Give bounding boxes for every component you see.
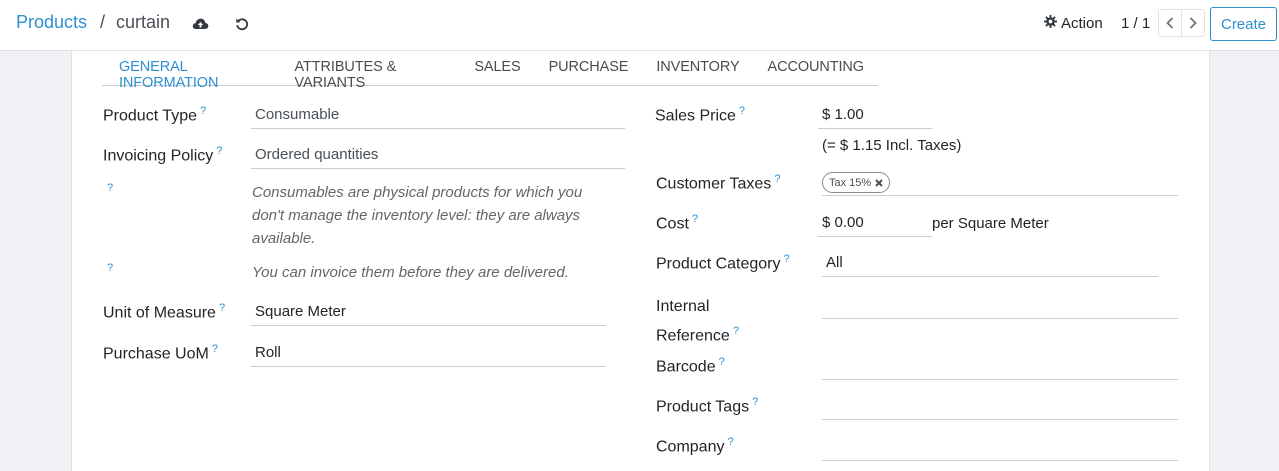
notebook-tabs: GENERAL INFORMATION ATTRIBUTES & VARIANT… bbox=[102, 51, 878, 91]
unit-of-measure-label: Unit of Measure? bbox=[103, 302, 226, 322]
help-icon[interactable]: ? bbox=[733, 325, 739, 337]
help-icon[interactable]: ? bbox=[784, 253, 790, 265]
breadcrumb-separator: / bbox=[100, 12, 106, 32]
pager-next-button[interactable] bbox=[1181, 9, 1205, 37]
company-label: Company? bbox=[656, 436, 734, 456]
cost-label: Cost? bbox=[656, 213, 699, 233]
cost-unit-label: per Square Meter bbox=[932, 215, 1049, 232]
sales-price-input[interactable]: $ 1.00 bbox=[818, 103, 932, 129]
help-icon[interactable]: ? bbox=[107, 182, 113, 194]
undo-discard-icon[interactable] bbox=[232, 14, 252, 34]
help-icon[interactable]: ? bbox=[752, 396, 758, 408]
internal-reference-label: Internal Reference? bbox=[656, 298, 739, 345]
tax-tag: Tax 15% bbox=[822, 172, 891, 193]
sales-price-label: Sales Price? bbox=[655, 105, 746, 125]
gear-icon bbox=[1044, 15, 1057, 32]
tab-purchase[interactable]: PURCHASE bbox=[535, 51, 643, 85]
product-category-label: Product Category? bbox=[656, 253, 790, 273]
breadcrumb-current: curtain bbox=[116, 12, 171, 32]
help-icon[interactable]: ? bbox=[719, 356, 725, 368]
pager-value[interactable]: 1 / 1 bbox=[1121, 15, 1150, 32]
barcode-input[interactable] bbox=[822, 354, 1178, 380]
customer-taxes-label: Customer Taxes? bbox=[656, 173, 781, 193]
tab-general-information[interactable]: GENERAL INFORMATION bbox=[102, 51, 281, 91]
remove-tag-icon[interactable] bbox=[875, 178, 883, 187]
create-button[interactable]: Create bbox=[1210, 7, 1277, 41]
cloud-upload-save-icon[interactable] bbox=[190, 14, 210, 34]
chevron-right-icon bbox=[1189, 17, 1197, 29]
tab-sales[interactable]: SALES bbox=[460, 51, 534, 85]
help-icon[interactable]: ? bbox=[739, 105, 745, 117]
consumable-note: Consumables are physical products for wh… bbox=[252, 184, 583, 247]
pager-previous-button[interactable] bbox=[1158, 9, 1182, 37]
control-panel: Products / curtain Action 1 / 1 Create bbox=[0, 0, 1279, 51]
action-menu-button[interactable]: Action bbox=[1044, 15, 1103, 32]
help-icon[interactable]: ? bbox=[212, 343, 218, 355]
tab-attributes-variants[interactable]: ATTRIBUTES & VARIANTS bbox=[281, 51, 461, 91]
product-tags-label: Product Tags? bbox=[656, 396, 759, 416]
purchase-uom-label: Purchase UoM? bbox=[103, 343, 218, 363]
product-type-select[interactable]: Consumable bbox=[251, 103, 625, 129]
tab-accounting[interactable]: ACCOUNTING bbox=[754, 51, 878, 85]
tax-tag-label: Tax 15% bbox=[829, 176, 872, 189]
help-icon[interactable]: ? bbox=[200, 105, 206, 117]
help-icon[interactable]: ? bbox=[692, 213, 698, 225]
breadcrumb-products-link[interactable]: Products bbox=[16, 12, 87, 33]
internal-reference-input[interactable] bbox=[822, 293, 1178, 319]
invoicing-policy-select[interactable]: Ordered quantities bbox=[251, 143, 625, 169]
help-icon[interactable]: ? bbox=[216, 145, 222, 157]
product-tags-input[interactable] bbox=[822, 394, 1178, 420]
chevron-left-icon bbox=[1166, 17, 1174, 29]
form-sheet: GENERAL INFORMATION ATTRIBUTES & VARIANT… bbox=[71, 51, 1210, 471]
company-select[interactable] bbox=[822, 435, 1178, 461]
product-type-label: Product Type? bbox=[103, 105, 207, 125]
invoicing-policy-label: Invoicing Policy? bbox=[103, 145, 223, 165]
help-icon[interactable]: ? bbox=[219, 302, 225, 314]
action-label: Action bbox=[1061, 15, 1103, 32]
sales-price-incl-taxes: (= $ 1.15 Incl. Taxes) bbox=[822, 137, 962, 154]
barcode-label: Barcode? bbox=[656, 356, 725, 376]
unit-of-measure-input[interactable]: Square Meter bbox=[251, 300, 606, 326]
purchase-uom-input[interactable]: Roll bbox=[251, 341, 606, 367]
help-icon[interactable]: ? bbox=[107, 262, 113, 274]
invoice-note: You can invoice them before they are del… bbox=[252, 264, 569, 281]
help-icon[interactable]: ? bbox=[774, 173, 780, 185]
help-icon[interactable]: ? bbox=[727, 436, 733, 448]
tab-inventory[interactable]: INVENTORY bbox=[642, 51, 753, 85]
cost-input[interactable]: $ 0.00 bbox=[818, 211, 932, 237]
product-category-select[interactable]: All bbox=[822, 251, 1158, 277]
